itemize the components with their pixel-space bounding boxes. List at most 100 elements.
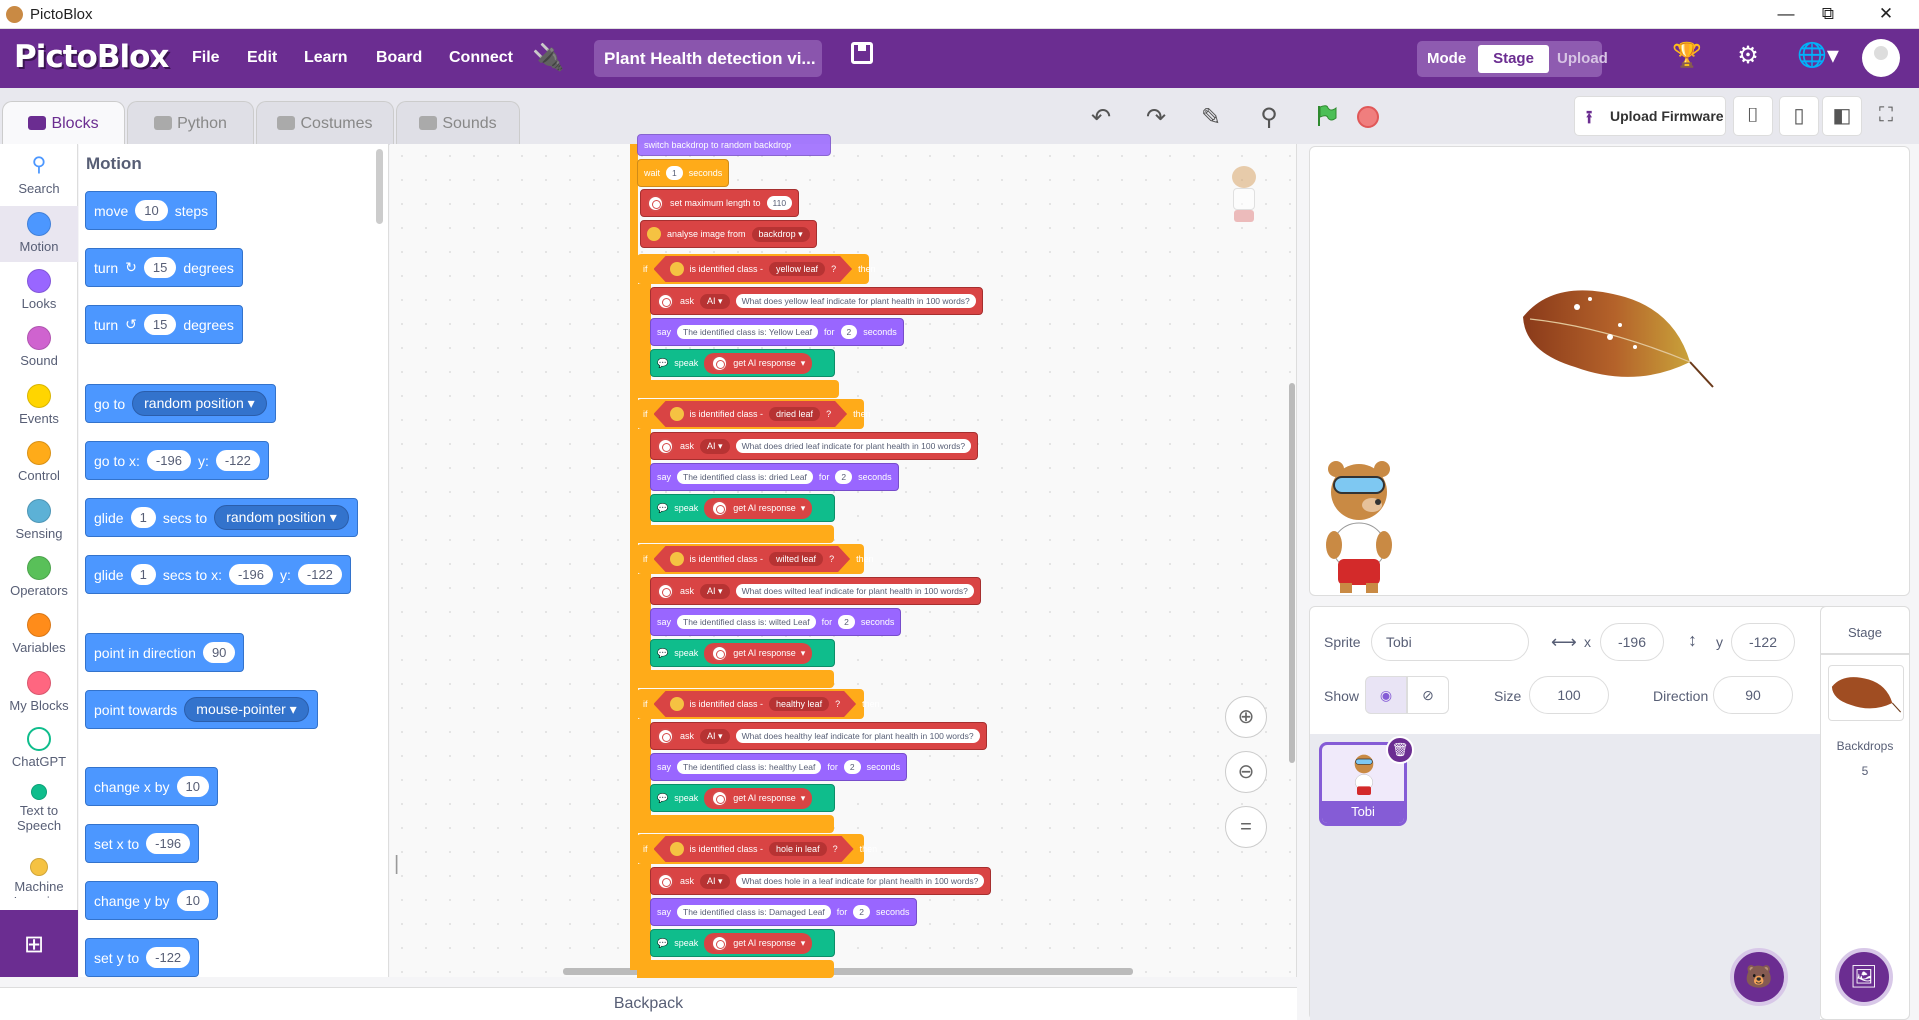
block-dropdown[interactable]: hole in leaf (769, 842, 827, 856)
stage-canvas[interactable] (1309, 146, 1910, 596)
block-glide-xy[interactable]: glide 1 secs to x: -196 y: -122 (85, 555, 351, 594)
block-input[interactable]: 2 (835, 470, 853, 484)
block-say-for-secs[interactable]: say The identified class is: healthy Lea… (650, 753, 908, 781)
block-ask-ai[interactable]: ask AI What does hole in a leaf indicate… (650, 867, 992, 895)
block-say-for-secs[interactable]: say The identified class is: dried Leaf … (650, 463, 899, 491)
block-set-x[interactable]: set x to -196 (85, 824, 200, 863)
size-input[interactable]: 100 (1529, 676, 1609, 714)
sprite-name-input[interactable]: Tobi (1371, 623, 1529, 661)
block-go-to[interactable]: go to random position (85, 384, 276, 423)
category-looks[interactable]: Looks (0, 269, 78, 311)
block-input[interactable]: 2 (838, 615, 855, 629)
zoom-out-button[interactable]: ⊖ (1225, 751, 1267, 793)
block-input[interactable]: What does dried leaf indicate for plant … (735, 439, 972, 453)
tab-blocks[interactable]: Blocks (2, 101, 125, 145)
x-position-input[interactable]: -196 (1600, 623, 1664, 661)
block-set-max-length[interactable]: set maximum length to 110 (640, 189, 800, 217)
show-hidden-button[interactable]: ⊘ (1407, 676, 1449, 714)
block-input[interactable]: 1 (666, 166, 683, 180)
minimize-button[interactable]: — (1766, 2, 1806, 26)
pictoblox-logo[interactable]: PictoBlox (14, 39, 169, 75)
backpack-bar[interactable]: Backpack (0, 987, 1297, 1020)
block-dropdown[interactable]: healthy leaf (769, 697, 829, 711)
block-dropdown[interactable]: random position (214, 505, 349, 530)
block-get-ai-response[interactable]: get AI response (704, 642, 813, 664)
category-chatgpt[interactable]: ChatGPT (0, 727, 78, 769)
upload-firmware-button[interactable]: Upload Firmware (1574, 96, 1726, 136)
block-input[interactable]: What does yellow leaf indicate for plant… (735, 294, 976, 308)
add-backdrop-button[interactable]: 🖼 (1835, 948, 1893, 1006)
delete-sprite-trash-icon[interactable]: 🗑 (1386, 736, 1414, 764)
tab-python[interactable]: Python (127, 101, 254, 145)
block-input[interactable]: The identified class is: Yellow Leaf (677, 325, 819, 339)
category-my-blocks[interactable]: My Blocks (0, 671, 78, 713)
block-input[interactable]: The identified class is: healthy Leaf (677, 760, 822, 774)
block-input[interactable]: 90 (202, 642, 236, 663)
block-get-ai-response[interactable]: get AI response (704, 352, 813, 374)
block-is-identified-class[interactable]: is identified class - wilted leaf ? (654, 546, 851, 572)
block-switch-backdrop[interactable]: switch backdrop to random backdrop (637, 134, 831, 156)
block-input[interactable]: -196 (146, 833, 191, 854)
block-speak[interactable]: 💬 speak get AI response (650, 784, 835, 812)
block-dropdown[interactable]: AI (700, 438, 730, 454)
block-glide[interactable]: glide 1 secs to random position (85, 498, 358, 537)
block-say-for-secs[interactable]: say The identified class is: wilted Leaf… (650, 608, 902, 636)
block-is-identified-class[interactable]: is identified class - dried leaf ? (654, 401, 848, 427)
category-sensing[interactable]: Sensing (0, 499, 78, 541)
category-control[interactable]: Control (0, 441, 78, 483)
block-set-y[interactable]: set y to -122 (85, 938, 200, 977)
category-text-to-speech[interactable]: Text to Speech (0, 784, 78, 833)
block-say-for-secs[interactable]: say The identified class is: Yellow Leaf… (650, 318, 904, 346)
maximize-button[interactable]: ⧉ (1808, 2, 1848, 26)
block-input[interactable]: 10 (135, 200, 168, 221)
user-avatar[interactable] (1862, 39, 1900, 77)
block-ask-ai[interactable]: ask AI What does dried leaf indicate for… (650, 432, 979, 460)
block-input[interactable]: The identified class is: dried Leaf (677, 470, 813, 484)
block-dropdown[interactable]: backdrop (751, 226, 810, 242)
block-input[interactable]: -122 (215, 450, 260, 471)
block-point-towards[interactable]: point towards mouse-pointer (85, 690, 318, 729)
block-is-identified-class[interactable]: is identified class - healthy leaf ? (654, 691, 857, 717)
block-if-then[interactable]: if is identified class - wilted leaf ? t… (637, 544, 874, 574)
block-change-x[interactable]: change x by 10 (85, 767, 218, 806)
block-change-y[interactable]: change y by 10 (85, 881, 218, 920)
block-input[interactable]: 2 (840, 325, 858, 339)
block-input[interactable]: -122 (297, 564, 342, 585)
camera-icon[interactable]: ⌷ (1733, 96, 1773, 136)
palette-scrollbar[interactable] (376, 149, 383, 224)
block-if-then[interactable]: if is identified class - dried leaf ? th… (637, 399, 871, 429)
block-input[interactable]: 10 (176, 776, 209, 797)
menu-file[interactable]: File (192, 49, 220, 67)
block-dropdown[interactable]: random position (132, 391, 267, 416)
workspace-vertical-scrollbar[interactable] (1289, 383, 1295, 763)
block-is-identified-class[interactable]: is identified class - yellow leaf ? (654, 256, 853, 282)
project-title-field[interactable]: Plant Health detection vi... (594, 40, 822, 77)
block-dropdown[interactable]: wilted leaf (769, 552, 823, 566)
block-dropdown[interactable]: AI (700, 873, 730, 889)
block-input[interactable]: What does wilted leaf indicate for plant… (735, 584, 974, 598)
globe-icon[interactable]: 🌐▾ (1796, 42, 1840, 70)
block-analyse-image[interactable]: analyse image from backdrop (640, 220, 817, 248)
block-go-to-xy[interactable]: go to x: -196 y: -122 (85, 441, 269, 480)
y-position-input[interactable]: -122 (1731, 623, 1795, 661)
block-dropdown[interactable]: dried leaf (769, 407, 820, 421)
direction-input[interactable]: 90 (1713, 676, 1793, 714)
block-input[interactable]: -196 (228, 564, 273, 585)
large-stage-icon[interactable]: ◧ (1822, 96, 1862, 136)
menu-learn[interactable]: Learn (304, 49, 348, 67)
block-input[interactable]: 1 (130, 507, 156, 528)
zoom-reset-button[interactable]: = (1225, 806, 1267, 848)
green-flag-icon[interactable] (1315, 104, 1339, 128)
magic-wand-icon[interactable]: ✎ (1196, 103, 1226, 133)
block-dropdown[interactable]: AI (700, 728, 730, 744)
block-if-then[interactable]: if is identified class - healthy leaf ? … (637, 689, 880, 719)
block-get-ai-response[interactable]: get AI response (704, 787, 813, 809)
block-input[interactable]: 2 (843, 760, 861, 774)
redo-icon[interactable]: ↷ (1141, 103, 1171, 133)
block-wait[interactable]: wait 1 seconds (637, 159, 730, 187)
block-speak[interactable]: 💬 speak get AI response (650, 349, 835, 377)
block-turn-right[interactable]: turn ↻ 15 degrees (85, 248, 243, 287)
category-sound[interactable]: Sound (0, 326, 78, 368)
block-dropdown[interactable]: AI (700, 583, 730, 599)
trophy-icon[interactable]: 🏆 (1672, 42, 1702, 70)
